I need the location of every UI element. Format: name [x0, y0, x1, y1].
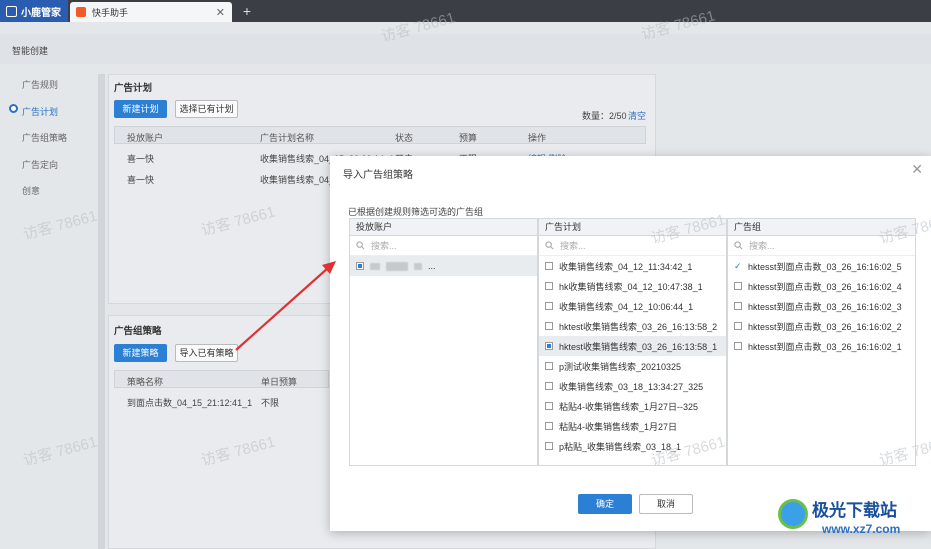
site-logo-icon — [778, 499, 808, 529]
site-logo: 极光下载站 www.xz7.com — [778, 496, 928, 544]
annotation-arrow — [235, 261, 336, 351]
site-name: 极光下载站 — [812, 501, 897, 520]
site-url: www.xz7.com — [822, 522, 901, 536]
